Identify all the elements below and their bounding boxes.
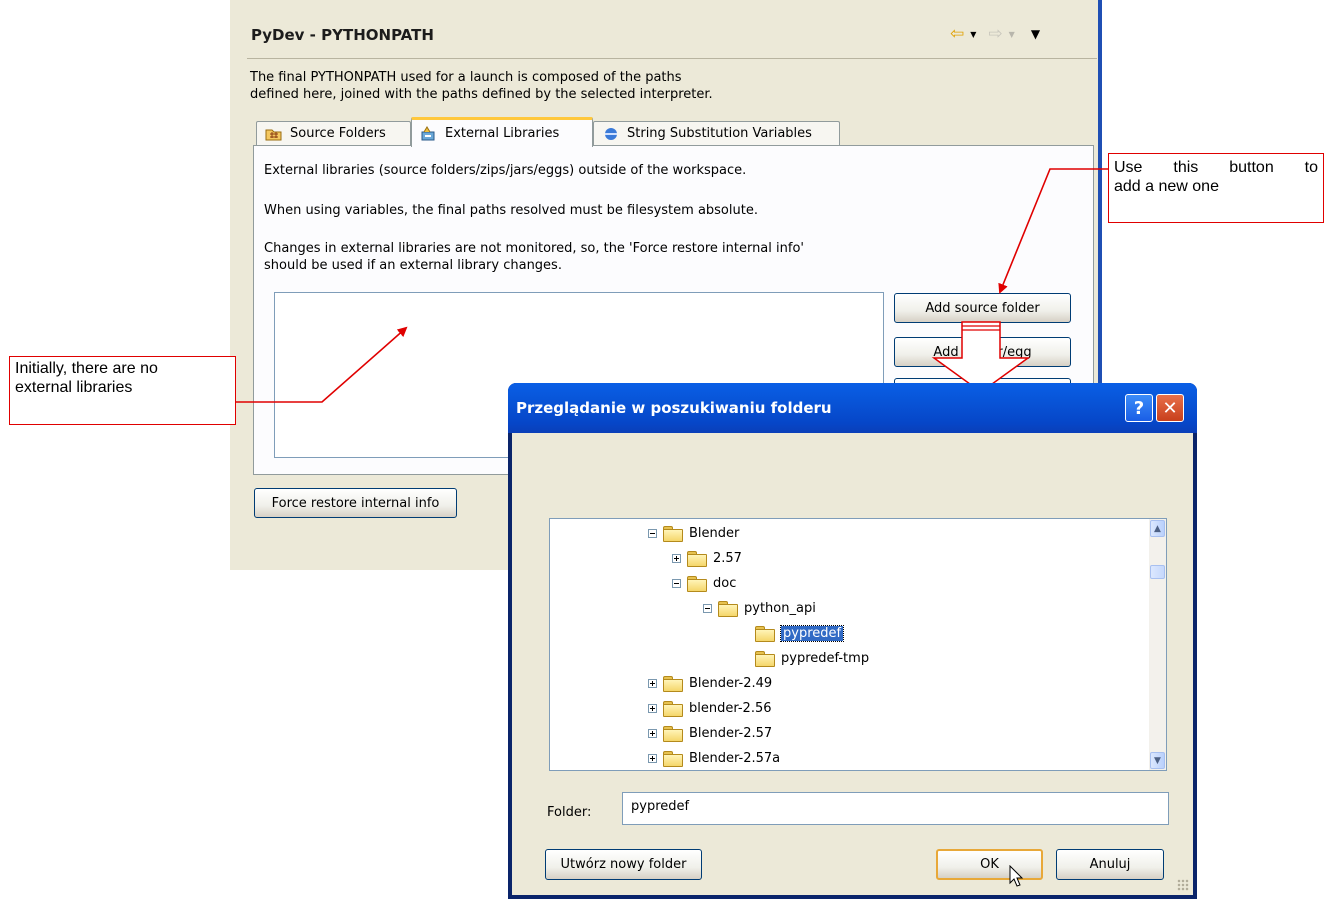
back-dropdown-icon[interactable]: ▼ [970, 30, 976, 39]
content-text: should be used if an external library ch… [264, 258, 562, 273]
expand-icon[interactable] [648, 678, 657, 688]
collapse-icon[interactable] [703, 603, 712, 613]
panel-description: The final PYTHONPATH used for a launch i… [250, 69, 810, 103]
right-callout: Use this button to add a new one [1108, 153, 1324, 223]
tree-item-label: python_api [744, 600, 816, 616]
tree-item[interactable]: blender-2.56 [648, 696, 772, 720]
folder-icon [663, 750, 683, 767]
vertical-scrollbar[interactable]: ▲ ▼ [1149, 519, 1166, 770]
tree-item[interactable]: 2.57 [672, 546, 742, 570]
mouse-cursor-icon [1009, 865, 1024, 887]
tab-string-substitution-variables[interactable]: String Substitution Variables [593, 121, 840, 145]
folder-icon [718, 600, 738, 617]
tree-item-label: blender-2.56 [689, 700, 772, 716]
folder-icon [663, 700, 683, 717]
scroll-thumb[interactable] [1150, 565, 1165, 579]
scroll-down-icon[interactable]: ▼ [1150, 752, 1165, 769]
resize-grip-icon[interactable] [1177, 879, 1189, 891]
dialog-title: Przeglądanie w poszukiwaniu folderu [516, 399, 832, 417]
folder-tree[interactable]: Blender 2.57 doc python_api pypredef pyp… [549, 518, 1167, 771]
folder-icon [687, 550, 707, 567]
callout-line: add a new one [1114, 178, 1219, 195]
tree-item-label: Blender-2.57a [689, 750, 781, 766]
navigation-toolbar: ⇦ ▼ ⇨ ▼ ▼ [950, 24, 1040, 44]
tree-item-label: Blender [689, 525, 740, 541]
tab-label: String Substitution Variables [627, 126, 812, 141]
tree-item-label: doc [713, 575, 737, 591]
tree-item[interactable]: doc [672, 571, 736, 595]
tab-source-folders[interactable]: Source Folders [256, 121, 411, 145]
title-divider [247, 58, 1097, 59]
tree-item-label: pypredef [779, 624, 845, 642]
variable-icon [602, 126, 620, 142]
folder-icon [663, 525, 683, 542]
callout-line: Use this button to [1114, 159, 1318, 176]
folder-input[interactable]: pypredef [622, 792, 1169, 825]
tree-item[interactable]: pypredef-tmp [755, 646, 869, 670]
dialog-body: Blender 2.57 doc python_api pypredef pyp… [512, 433, 1193, 895]
folder-icon [663, 725, 683, 742]
tree-item[interactable]: python_api [703, 596, 816, 620]
tree-item[interactable]: Blender-2.57 [648, 721, 772, 745]
tree-item-label: Blender-2.49 [689, 675, 773, 691]
content-text: External libraries (source folders/zips/… [264, 163, 747, 178]
ok-button[interactable]: OK [936, 849, 1043, 880]
add-source-folder-button[interactable]: Add source folder [894, 293, 1071, 323]
back-arrow-icon[interactable]: ⇦ [950, 24, 964, 44]
content-text: When using variables, the final paths re… [264, 203, 758, 218]
browse-folder-dialog: Przeglądanie w poszukiwaniu folderu ? ✕ … [508, 383, 1197, 899]
callout-line: external libraries [15, 379, 133, 396]
cancel-button[interactable]: Anuluj [1056, 849, 1164, 880]
description-line: The final PYTHONPATH used for a launch i… [250, 70, 682, 85]
view-menu-icon[interactable]: ▼ [1031, 27, 1040, 41]
tree-item-selected[interactable]: pypredef [755, 621, 845, 645]
callout-line: Initially, there are no [15, 360, 158, 377]
left-callout: Initially, there are no external librari… [9, 356, 236, 425]
collapse-icon[interactable] [672, 578, 681, 588]
tree-item[interactable]: Blender [648, 521, 739, 545]
folder-icon [663, 675, 683, 692]
close-button[interactable]: ✕ [1156, 394, 1184, 422]
panel-title: PyDev - PYTHONPATH [251, 26, 434, 44]
tree-item-label: 2.57 [713, 550, 742, 566]
content-text: Changes in external libraries are not mo… [264, 241, 804, 256]
tab-external-libraries[interactable]: External Libraries [411, 117, 593, 147]
add-zip-egg-button[interactable]: Add zip/jar/egg [894, 337, 1071, 367]
tree-item[interactable]: Blender-2.57a [648, 746, 780, 770]
expand-icon[interactable] [648, 703, 657, 713]
folder-icon [755, 650, 775, 667]
scroll-up-icon[interactable]: ▲ [1150, 520, 1165, 537]
library-icon [420, 125, 438, 142]
folder-icon [755, 625, 775, 642]
tree-item-label: Blender-2.57 [689, 725, 773, 741]
tab-label: Source Folders [290, 126, 386, 141]
tree-item[interactable]: Blender-2.49 [648, 671, 772, 695]
tab-label: External Libraries [445, 126, 560, 141]
forward-arrow-icon[interactable]: ⇨ [988, 24, 1002, 44]
help-button[interactable]: ? [1125, 394, 1153, 422]
collapse-icon[interactable] [648, 528, 657, 538]
description-line: defined here, joined with the paths defi… [250, 87, 713, 102]
folder-label: Folder: [547, 805, 592, 820]
expand-icon[interactable] [648, 728, 657, 738]
panel-border [1098, 0, 1102, 390]
expand-icon[interactable] [648, 753, 657, 763]
folder-icon [687, 575, 707, 592]
dialog-titlebar[interactable]: Przeglądanie w poszukiwaniu folderu ? ✕ [508, 383, 1197, 433]
source-folder-icon [265, 126, 283, 142]
tree-item-label: pypredef-tmp [781, 650, 870, 666]
expand-icon[interactable] [672, 553, 681, 563]
forward-dropdown-icon[interactable]: ▼ [1009, 30, 1015, 39]
new-folder-button[interactable]: Utwórz nowy folder [545, 849, 702, 880]
force-restore-button[interactable]: Force restore internal info [254, 488, 457, 518]
